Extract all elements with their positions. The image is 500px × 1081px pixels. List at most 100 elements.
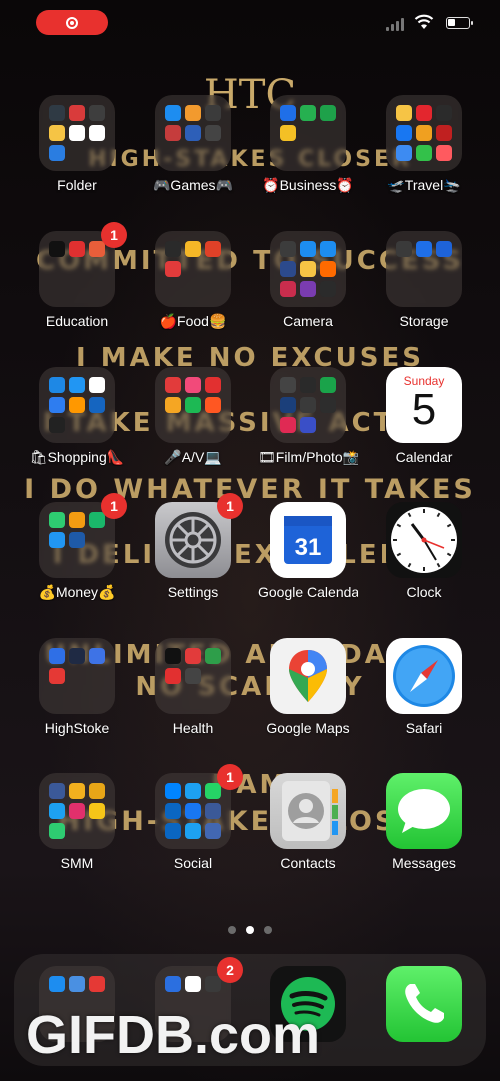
folder-preview-grid bbox=[49, 377, 105, 433]
folder-preview-grid bbox=[165, 377, 221, 433]
folder-preview-app-icon bbox=[69, 105, 85, 121]
app-label: 💰Money💰 bbox=[38, 584, 116, 600]
app-shopping[interactable]: 🛍Shopping👠 bbox=[27, 367, 127, 466]
folder-icon bbox=[270, 367, 346, 443]
folder-preview-app-icon bbox=[280, 261, 296, 277]
folder-preview-app-icon bbox=[185, 241, 201, 257]
folder-preview-app-icon bbox=[205, 105, 221, 121]
folder-preview-app-icon bbox=[49, 512, 65, 528]
folder-preview-grid bbox=[165, 241, 221, 297]
folder-preview-app-icon bbox=[89, 648, 105, 664]
watermark: GIFDB.com bbox=[26, 1005, 321, 1065]
app-label: 🍎Food🍔 bbox=[159, 313, 227, 329]
app-phone[interactable] bbox=[374, 966, 474, 1042]
folder-preview-app-icon bbox=[165, 397, 181, 413]
notification-badge: 1 bbox=[101, 222, 127, 248]
folder-preview-app-icon bbox=[300, 377, 316, 393]
app-google-maps[interactable]: Google Maps bbox=[258, 638, 358, 736]
folder-preview-grid bbox=[49, 241, 105, 297]
folder-preview-app-icon bbox=[165, 377, 181, 393]
app-smm[interactable]: SMM bbox=[27, 773, 127, 871]
folder-preview-app-icon bbox=[69, 397, 85, 413]
folder-preview-app-icon bbox=[300, 397, 316, 413]
folder-preview-app-icon bbox=[320, 377, 336, 393]
wifi-icon bbox=[414, 14, 434, 29]
folder-preview-app-icon bbox=[205, 125, 221, 141]
folder-preview-app-icon bbox=[89, 281, 105, 297]
folder-preview-app-icon bbox=[185, 377, 201, 393]
app-clock[interactable]: Clock bbox=[374, 502, 474, 600]
folder-preview-app-icon bbox=[320, 417, 336, 433]
folder-preview-app-icon bbox=[185, 668, 201, 684]
app-business[interactable]: ⏰Business⏰ bbox=[258, 95, 358, 194]
page-dot bbox=[246, 926, 254, 934]
app-social[interactable]: 1 Social bbox=[143, 764, 243, 871]
notification-badge: 1 bbox=[217, 493, 243, 519]
folder-preview-app-icon bbox=[165, 668, 181, 684]
phone-handset-icon bbox=[386, 966, 462, 1042]
folder-preview-grid bbox=[165, 648, 221, 704]
folder-preview-app-icon bbox=[165, 648, 181, 664]
app-messages[interactable]: Messages bbox=[374, 773, 474, 871]
folder-preview-app-icon bbox=[185, 803, 201, 819]
page-indicator[interactable] bbox=[0, 926, 500, 934]
folder-preview-grid bbox=[280, 377, 336, 433]
app-label: Google Calendar bbox=[258, 584, 358, 600]
app-label: 🛍Shopping👠 bbox=[29, 449, 125, 465]
folder-preview-app-icon bbox=[185, 688, 201, 704]
app-settings[interactable]: 1 Settings bbox=[143, 493, 243, 600]
app-label: HighStoke bbox=[44, 720, 110, 736]
cellular-signal-icon bbox=[386, 18, 404, 31]
map-pin-icon bbox=[270, 638, 346, 714]
folder-preview-app-icon bbox=[69, 281, 85, 297]
app-highstoke[interactable]: HighStoke bbox=[27, 638, 127, 736]
folder-preview-app-icon bbox=[280, 417, 296, 433]
folder-preview-app-icon bbox=[436, 241, 452, 257]
folder-preview-app-icon bbox=[69, 512, 85, 528]
folder-preview-app-icon bbox=[69, 261, 85, 277]
folder-preview-app-icon bbox=[205, 417, 221, 433]
screen-recording-indicator[interactable] bbox=[36, 10, 108, 35]
folder-preview-app-icon bbox=[69, 241, 85, 257]
app-av[interactable]: 🎤A/V💻 bbox=[143, 367, 243, 466]
folder-preview-app-icon bbox=[205, 281, 221, 297]
folder-preview-app-icon bbox=[49, 105, 65, 121]
folder-preview-app-icon bbox=[185, 105, 201, 121]
app-folder[interactable]: Folder bbox=[27, 95, 127, 193]
app-education[interactable]: 1 Education bbox=[27, 222, 127, 329]
folder-preview-app-icon bbox=[89, 668, 105, 684]
app-games[interactable]: 🎮Games🎮 bbox=[143, 95, 243, 194]
folder-preview-app-icon bbox=[49, 125, 65, 141]
app-travel[interactable]: 🛫Travel🛬 bbox=[374, 95, 474, 194]
app-google-calendar[interactable]: 31 Google Calendar bbox=[258, 502, 358, 600]
folder-preview-app-icon bbox=[416, 261, 432, 277]
folder-preview-app-icon bbox=[49, 783, 65, 799]
folder-preview-grid bbox=[49, 512, 105, 568]
folder-preview-app-icon bbox=[280, 125, 296, 141]
folder-preview-app-icon bbox=[416, 105, 432, 121]
folder-preview-app-icon bbox=[185, 783, 201, 799]
folder-preview-app-icon bbox=[69, 648, 85, 664]
folder-preview-app-icon bbox=[49, 648, 65, 664]
folder-preview-app-icon bbox=[320, 281, 336, 297]
folder-preview-app-icon bbox=[89, 261, 105, 277]
folder-preview-app-icon bbox=[205, 668, 221, 684]
folder-preview-app-icon bbox=[185, 397, 201, 413]
app-label: 🎮Games🎮 bbox=[153, 177, 233, 193]
app-health[interactable]: Health bbox=[143, 638, 243, 736]
folder-preview-app-icon bbox=[280, 281, 296, 297]
folder-preview-app-icon bbox=[49, 532, 65, 548]
app-camera[interactable]: Camera bbox=[258, 231, 358, 329]
app-food[interactable]: 🍎Food🍔 bbox=[143, 231, 243, 330]
app-safari[interactable]: Safari bbox=[374, 638, 474, 736]
folder-preview-app-icon bbox=[396, 145, 412, 161]
app-filmphoto[interactable]: 🎞Film/Photo📸 bbox=[258, 367, 358, 466]
app-contacts[interactable]: Contacts bbox=[258, 773, 358, 871]
app-money[interactable]: 1 💰Money💰 bbox=[27, 493, 127, 601]
app-storage[interactable]: Storage bbox=[374, 231, 474, 329]
folder-preview-app-icon bbox=[185, 145, 201, 161]
folder-preview-app-icon bbox=[205, 648, 221, 664]
folder-icon bbox=[155, 231, 231, 307]
app-calendar[interactable]: Sunday 5 Calendar bbox=[374, 367, 474, 465]
folder-preview-app-icon bbox=[89, 552, 105, 568]
